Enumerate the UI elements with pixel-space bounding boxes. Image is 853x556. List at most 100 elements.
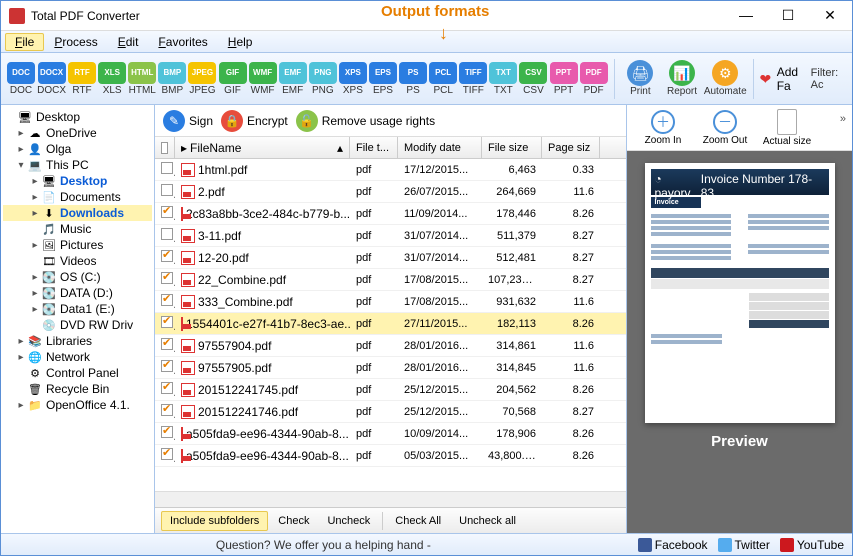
row-checkbox[interactable]: [161, 316, 173, 328]
uncheck-button[interactable]: Uncheck: [319, 512, 378, 530]
format-ps[interactable]: PSPS: [399, 62, 427, 96]
table-row[interactable]: 201512241746.pdfpdf25/12/2015...70,5688.…: [155, 401, 626, 423]
table-row[interactable]: 22_Combine.pdfpdf17/08/2015...107,232...…: [155, 269, 626, 291]
format-eps[interactable]: EPSEPS: [369, 62, 397, 96]
tree-node[interactable]: ▾💻This PC: [3, 157, 152, 173]
tree-node[interactable]: ▸⬇Downloads: [3, 205, 152, 221]
twisty-icon[interactable]: ▸: [15, 336, 27, 347]
table-row[interactable]: 1554401c-e27f-41b7-8ec3-ae...pdf27/11/20…: [155, 313, 626, 335]
menu-favorites[interactable]: Favorites: [148, 33, 217, 51]
remove-rights-button[interactable]: 🔓Remove usage rights: [296, 110, 435, 132]
format-rtf[interactable]: RTFRTF: [68, 62, 96, 96]
folder-tree[interactable]: 🖥Desktop▸☁OneDrive▸👤Olga▾💻This PC▸🖥Deskt…: [1, 105, 155, 533]
table-row[interactable]: 201512241745.pdfpdf25/12/2015...204,5628…: [155, 379, 626, 401]
table-row[interactable]: a505fda9-ee96-4344-90ab-8...pdf10/09/201…: [155, 423, 626, 445]
format-gif[interactable]: GIFGIF: [218, 62, 246, 96]
tree-node[interactable]: ⚙Control Panel: [3, 365, 152, 381]
row-checkbox[interactable]: [161, 360, 173, 372]
menu-file[interactable]: File: [5, 33, 44, 51]
print-button[interactable]: 🖨Print: [621, 60, 661, 97]
menu-edit[interactable]: Edit: [108, 33, 149, 51]
row-checkbox[interactable]: [161, 426, 173, 438]
twisty-icon[interactable]: ▸: [15, 352, 27, 363]
row-checkbox[interactable]: [161, 294, 173, 306]
twisty-icon[interactable]: ▾: [15, 160, 27, 171]
tree-node[interactable]: 🗑Recycle Bin: [3, 381, 152, 397]
twisty-icon[interactable]: ▸: [29, 208, 41, 219]
twisty-icon[interactable]: ▸: [15, 144, 27, 155]
row-checkbox[interactable]: [161, 228, 173, 240]
tree-node[interactable]: ▸☁OneDrive: [3, 125, 152, 141]
twitter-link[interactable]: Twitter: [718, 538, 770, 552]
checkbox-icon[interactable]: [161, 142, 168, 154]
close-button[interactable]: ✕: [816, 7, 844, 24]
row-checkbox[interactable]: [161, 162, 173, 174]
tree-node[interactable]: ▸📁OpenOffice 4.1.: [3, 397, 152, 413]
encrypt-button[interactable]: 🔒Encrypt: [221, 110, 288, 132]
table-row[interactable]: 97557905.pdfpdf28/01/2016...314,84511.6: [155, 357, 626, 379]
tree-node[interactable]: ▸💽Data1 (E:): [3, 301, 152, 317]
twisty-icon[interactable]: ▸: [29, 288, 41, 299]
format-docx[interactable]: DOCXDOCX: [37, 62, 66, 96]
format-tiff[interactable]: TIFFTIFF: [459, 62, 487, 96]
tree-node[interactable]: 🎵Music: [3, 221, 152, 237]
actual-size-button[interactable]: Actual size: [759, 109, 815, 147]
format-emf[interactable]: EMFEMF: [279, 62, 307, 96]
tree-node[interactable]: ▸🖥Desktop: [3, 173, 152, 189]
tree-node[interactable]: ▸🖼Pictures: [3, 237, 152, 253]
row-checkbox[interactable]: [161, 404, 173, 416]
row-checkbox[interactable]: [161, 272, 173, 284]
twisty-icon[interactable]: ▸: [29, 176, 41, 187]
tree-node[interactable]: 🎞Videos: [3, 253, 152, 269]
maximize-button[interactable]: ☐: [774, 7, 802, 24]
format-csv[interactable]: CSVCSV: [519, 62, 547, 96]
tree-node[interactable]: ▸🌐Network: [3, 349, 152, 365]
youtube-link[interactable]: YouTube: [780, 538, 844, 552]
format-doc[interactable]: DOCDOC: [7, 62, 35, 96]
row-checkbox[interactable]: [161, 206, 173, 218]
tree-node[interactable]: 🖥Desktop: [3, 109, 152, 125]
menu-process[interactable]: Process: [44, 33, 107, 51]
row-checkbox[interactable]: [161, 184, 173, 196]
check-button[interactable]: Check: [270, 512, 317, 530]
check-all-button[interactable]: Check All: [387, 512, 449, 530]
row-checkbox[interactable]: [161, 382, 173, 394]
table-row[interactable]: a505fda9-ee96-4344-90ab-8...pdf05/03/201…: [155, 445, 626, 467]
zoom-out-button[interactable]: －Zoom Out: [697, 110, 753, 146]
uncheck-all-button[interactable]: Uncheck all: [451, 512, 524, 530]
format-ppt[interactable]: PPTPPT: [550, 62, 578, 96]
tree-node[interactable]: ▸💽OS (C:): [3, 269, 152, 285]
twisty-icon[interactable]: ▸: [15, 128, 27, 139]
table-row[interactable]: 3-11.pdfpdf31/07/2014...511,3798.27: [155, 225, 626, 247]
zoom-in-button[interactable]: ＋Zoom In: [635, 110, 691, 146]
tree-node[interactable]: ▸📚Libraries: [3, 333, 152, 349]
format-pdf[interactable]: PDFPDF: [580, 62, 608, 96]
format-jpeg[interactable]: JPEGJPEG: [188, 62, 216, 96]
grid-header[interactable]: ▸FileName▴ File t... Modify date File si…: [155, 137, 626, 159]
automate-button[interactable]: ⚙Automate: [704, 60, 747, 97]
twisty-icon[interactable]: ▸: [29, 240, 41, 251]
horizontal-scrollbar[interactable]: [155, 491, 626, 507]
filter-label[interactable]: Filter: Ac: [811, 67, 846, 91]
facebook-link[interactable]: Facebook: [638, 538, 708, 552]
tree-node[interactable]: 💿DVD RW Driv: [3, 317, 152, 333]
twisty-icon[interactable]: ▸: [15, 400, 27, 411]
file-grid[interactable]: 1html.pdfpdf17/12/2015...6,4630.33 2.pdf…: [155, 159, 626, 491]
minimize-button[interactable]: —: [732, 7, 760, 24]
table-row[interactable]: 12-20.pdfpdf31/07/2014...512,4818.27: [155, 247, 626, 269]
twisty-icon[interactable]: ▸: [29, 304, 41, 315]
format-bmp[interactable]: BMPBMP: [158, 62, 186, 96]
format-html[interactable]: HTMLHTML: [128, 62, 156, 96]
table-row[interactable]: 2c83a8bb-3ce2-484c-b779-b...pdf11/09/201…: [155, 203, 626, 225]
format-pcl[interactable]: PCLPCL: [429, 62, 457, 96]
table-row[interactable]: 333_Combine.pdfpdf17/08/2015...931,63211…: [155, 291, 626, 313]
report-button[interactable]: 📊Report: [662, 60, 702, 97]
add-favorite-button[interactable]: Add Fa: [777, 65, 809, 93]
table-row[interactable]: 97557904.pdfpdf28/01/2016...314,86111.6: [155, 335, 626, 357]
format-xls[interactable]: XLSXLS: [98, 62, 126, 96]
tree-node[interactable]: ▸📄Documents: [3, 189, 152, 205]
twisty-icon[interactable]: ▸: [29, 272, 41, 283]
row-checkbox[interactable]: [161, 250, 173, 262]
table-row[interactable]: 2.pdfpdf26/07/2015...264,66911.6: [155, 181, 626, 203]
table-row[interactable]: 1html.pdfpdf17/12/2015...6,4630.33: [155, 159, 626, 181]
